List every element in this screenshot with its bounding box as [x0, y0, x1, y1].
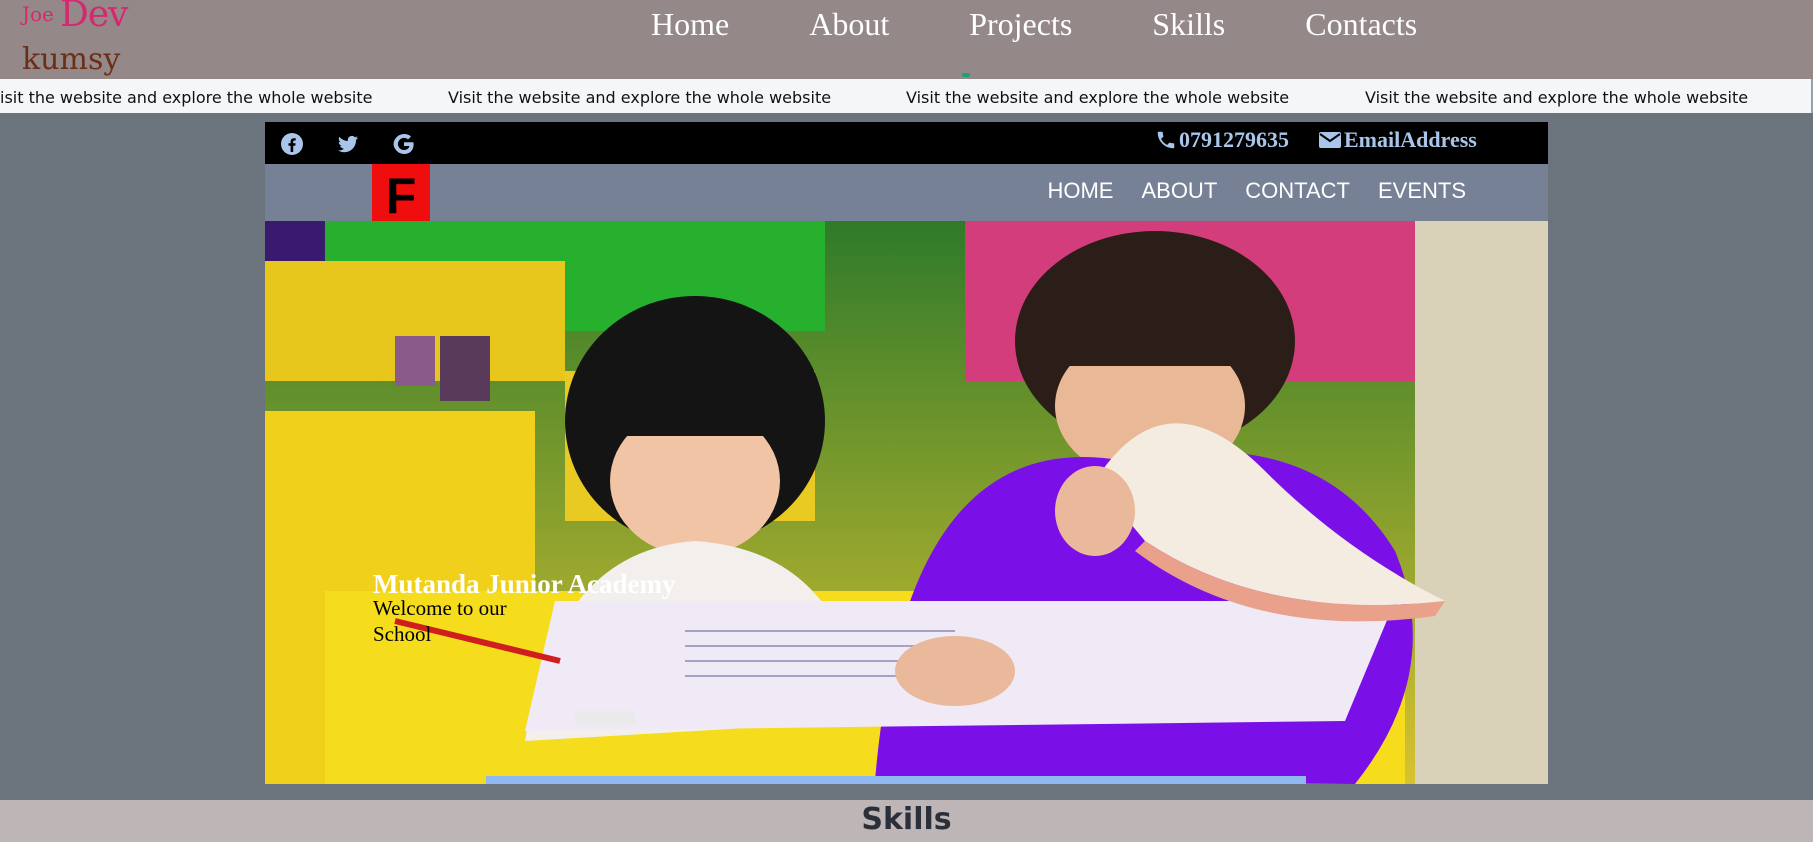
marquee-banner: isit the website and explore the whole w…	[0, 79, 1813, 113]
hero-photo	[265, 221, 1548, 784]
phone-number: 0791279635	[1179, 127, 1289, 152]
email-address: EmailAddress	[1344, 127, 1477, 152]
decorative-dot	[962, 73, 970, 77]
site-nav-bar: F HOME ABOUT CONTACT EVENTS	[265, 164, 1548, 224]
nav-about[interactable]: About	[809, 2, 889, 46]
site-nav-contact[interactable]: CONTACT	[1245, 178, 1350, 204]
logo-dev[interactable]: Dev	[60, 0, 129, 35]
nav-home[interactable]: Home	[651, 2, 729, 46]
facebook-icon[interactable]	[280, 132, 304, 156]
marquee-item: isit the website and explore the whole w…	[0, 88, 373, 107]
section-title: Skills	[861, 802, 952, 837]
site-logo[interactable]: F	[372, 164, 430, 224]
hero-banner: Mutanda Junior Academy Welcome to our Sc…	[265, 221, 1548, 784]
site-topbar: 0791279635 EmailAddress	[265, 122, 1548, 164]
main-nav: Home About Projects Skills Contacts	[651, 2, 1497, 46]
hero-subtitle: Welcome to our School	[373, 596, 507, 646]
site-nav-links: HOME ABOUT CONTACT EVENTS	[1019, 178, 1466, 204]
logo-kumsy[interactable]: kumsy	[22, 42, 120, 77]
nav-projects[interactable]: Projects	[969, 2, 1072, 46]
envelope-icon	[1319, 132, 1341, 148]
nav-skills[interactable]: Skills	[1152, 2, 1225, 46]
site-nav-about[interactable]: ABOUT	[1141, 178, 1217, 204]
phone-contact[interactable]: 0791279635	[1155, 127, 1289, 153]
project-preview: 0791279635 EmailAddress F HOME ABOUT CON…	[265, 122, 1548, 784]
portfolio-header: Joe Dev kumsy Home About Projects Skills…	[0, 0, 1813, 79]
hero-progress-bar	[486, 776, 1306, 784]
nav-contacts[interactable]: Contacts	[1305, 2, 1417, 46]
logo-joe[interactable]: Joe	[22, 2, 54, 26]
marquee-item: Visit the website and explore the whole …	[906, 88, 1290, 107]
site-nav-events[interactable]: EVENTS	[1378, 178, 1466, 204]
twitter-icon[interactable]	[336, 132, 360, 156]
skills-section: Skills	[0, 800, 1813, 842]
google-icon[interactable]	[392, 132, 416, 156]
marquee-item: Visit the website and explore the whole …	[1365, 88, 1749, 107]
phone-icon	[1157, 131, 1175, 149]
marquee-item: Visit the website and explore the whole …	[448, 88, 832, 107]
email-contact[interactable]: EmailAddress	[1318, 127, 1477, 153]
site-nav-home[interactable]: HOME	[1047, 178, 1113, 204]
